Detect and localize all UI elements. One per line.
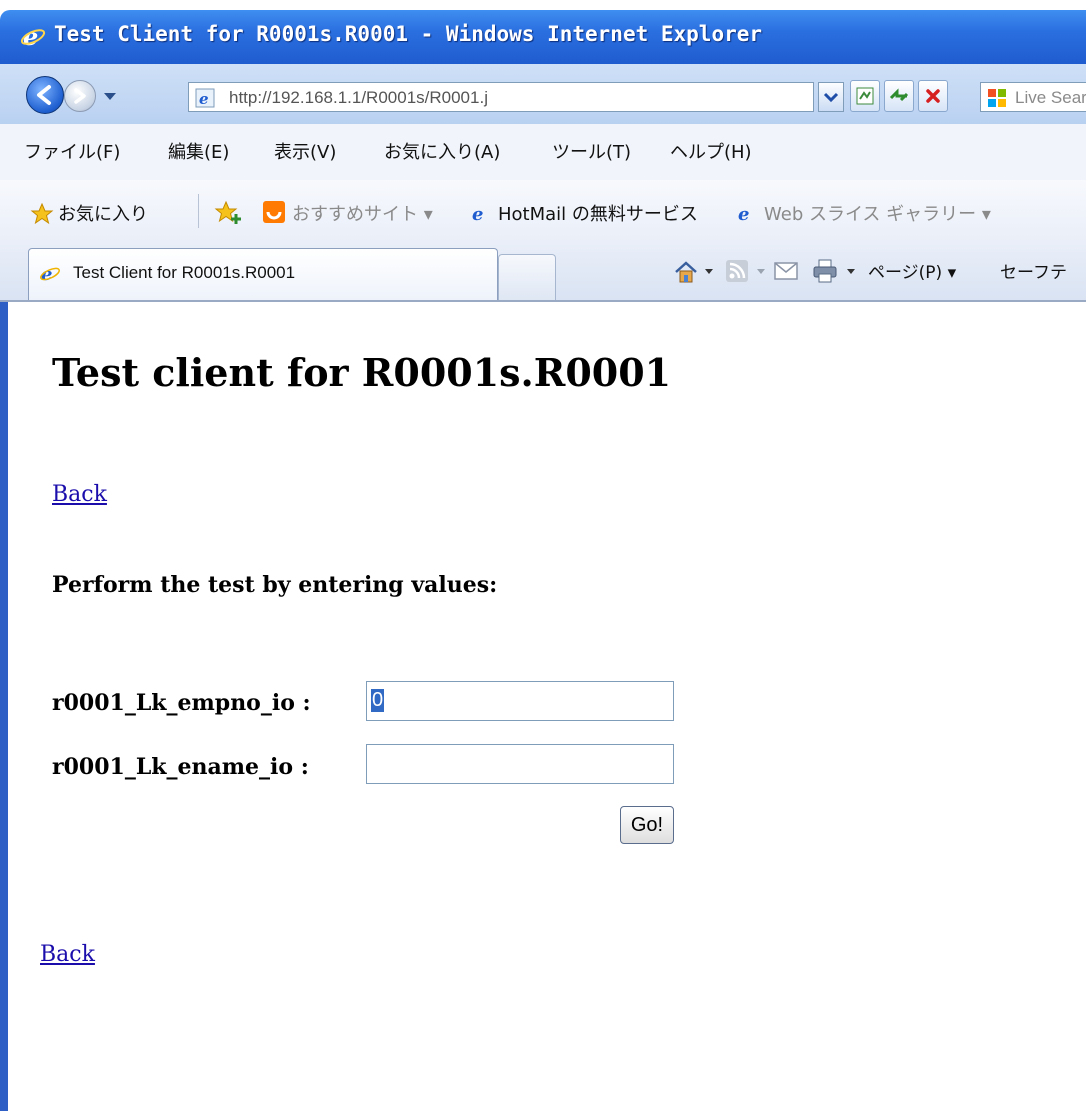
hotmail-link[interactable]: HotMail の無料サービス [498, 200, 698, 226]
add-to-favorites-icon[interactable] [214, 200, 244, 226]
menu-help[interactable]: ヘルプ(H) [670, 138, 752, 164]
tab-active[interactable]: e Test Client for R0001s.R0001 [28, 248, 498, 300]
page-menu[interactable]: ページ(P) ▾ [868, 258, 956, 283]
home-dropdown-icon[interactable] [704, 266, 714, 276]
print-icon[interactable] [810, 257, 840, 285]
search-placeholder[interactable]: Live Search [1015, 88, 1086, 108]
favorites-button[interactable]: お気に入り [58, 200, 148, 226]
stop-button[interactable] [918, 80, 948, 112]
page-content: Test client for R0001s.R0001 Back Perfor… [0, 302, 1086, 1111]
refresh-icon [889, 88, 909, 102]
favorites-star-icon [30, 202, 54, 225]
favorites-separator [198, 194, 199, 228]
empno-value: 0 [371, 689, 385, 712]
suggested-sites-icon [263, 201, 285, 223]
compatibility-view-button[interactable] [850, 80, 880, 112]
home-icon[interactable] [672, 258, 700, 286]
empno-input[interactable]: 0 [366, 681, 674, 721]
ie-webslice-icon: e [738, 204, 749, 224]
back-link-top[interactable]: Back [52, 482, 107, 507]
svg-text:e: e [199, 90, 209, 108]
back-link-bottom[interactable]: Back [40, 942, 95, 967]
feeds-dropdown-icon[interactable] [756, 266, 766, 276]
web-slice-gallery-link[interactable]: Web スライス ギャラリー ▾ [764, 200, 991, 226]
compatibility-icon [856, 87, 874, 105]
address-url[interactable]: http://192.168.1.1/R0001s/R0001.j [229, 88, 488, 108]
go-button[interactable]: Go! [620, 806, 674, 844]
svg-text:e: e [472, 204, 483, 224]
mail-icon[interactable] [772, 259, 800, 283]
ie-page-icon: e [195, 88, 215, 108]
title-bar: e Test Client for R0001s.R0001 - Windows… [0, 10, 1086, 64]
refresh-button[interactable] [884, 80, 914, 112]
empno-label: r0001_Lk_empno_io : [52, 690, 311, 716]
ie-logo-icon: e [20, 23, 46, 49]
back-arrow-icon [37, 85, 51, 105]
ename-input[interactable] [366, 744, 674, 784]
ie-tab-icon: e [40, 264, 60, 284]
safety-menu[interactable]: セーフテ [1000, 258, 1067, 283]
live-search-icon [988, 89, 1006, 107]
tab-row: e Test Client for R0001s.R0001 ページ(P) ▾ … [0, 244, 1086, 302]
instructions-text: Perform the test by entering values: [52, 572, 498, 598]
ename-label: r0001_Lk_ename_io : [52, 754, 309, 780]
menu-edit[interactable]: 編集(E) [168, 138, 229, 164]
print-dropdown-icon[interactable] [846, 266, 856, 276]
menu-favorites[interactable]: お気に入り(A) [384, 138, 500, 164]
back-button[interactable] [26, 76, 64, 114]
new-tab-button[interactable] [498, 254, 556, 300]
menu-tools[interactable]: ツール(T) [552, 138, 631, 164]
address-bar[interactable]: e http://192.168.1.1/R0001s/R0001.j [188, 82, 814, 112]
stop-icon [926, 89, 940, 103]
menu-bar: ファイル(F) 編集(E) 表示(V) お気に入り(A) ツール(T) ヘルプ(… [0, 124, 1086, 181]
favorites-bar: お気に入り おすすめサイト ▾ e HotMail の無料サービス e Web … [0, 180, 1086, 245]
page-title: Test client for R0001s.R0001 [52, 350, 672, 395]
tab-label: Test Client for R0001s.R0001 [73, 263, 296, 282]
svg-text:e: e [738, 204, 749, 224]
forward-arrow-icon [74, 88, 86, 104]
suggested-sites-link[interactable]: おすすめサイト ▾ [292, 200, 433, 226]
chevron-down-icon [823, 92, 839, 103]
search-box[interactable]: Live Search [980, 82, 1086, 112]
recent-pages-dropdown-icon[interactable] [100, 88, 120, 104]
browser-window: e Test Client for R0001s.R0001 - Windows… [0, 0, 1086, 1111]
feeds-icon[interactable] [724, 258, 750, 284]
navigation-bar: e http://192.168.1.1/R0001s/R0001.j Live… [0, 64, 1086, 125]
ie-hotmail-icon: e [472, 204, 483, 224]
forward-button[interactable] [64, 80, 96, 112]
menu-view[interactable]: 表示(V) [274, 138, 336, 164]
window-title: Test Client for R0001s.R0001 - Windows I… [54, 22, 763, 46]
menu-file[interactable]: ファイル(F) [24, 138, 120, 164]
address-dropdown-button[interactable] [818, 82, 844, 112]
